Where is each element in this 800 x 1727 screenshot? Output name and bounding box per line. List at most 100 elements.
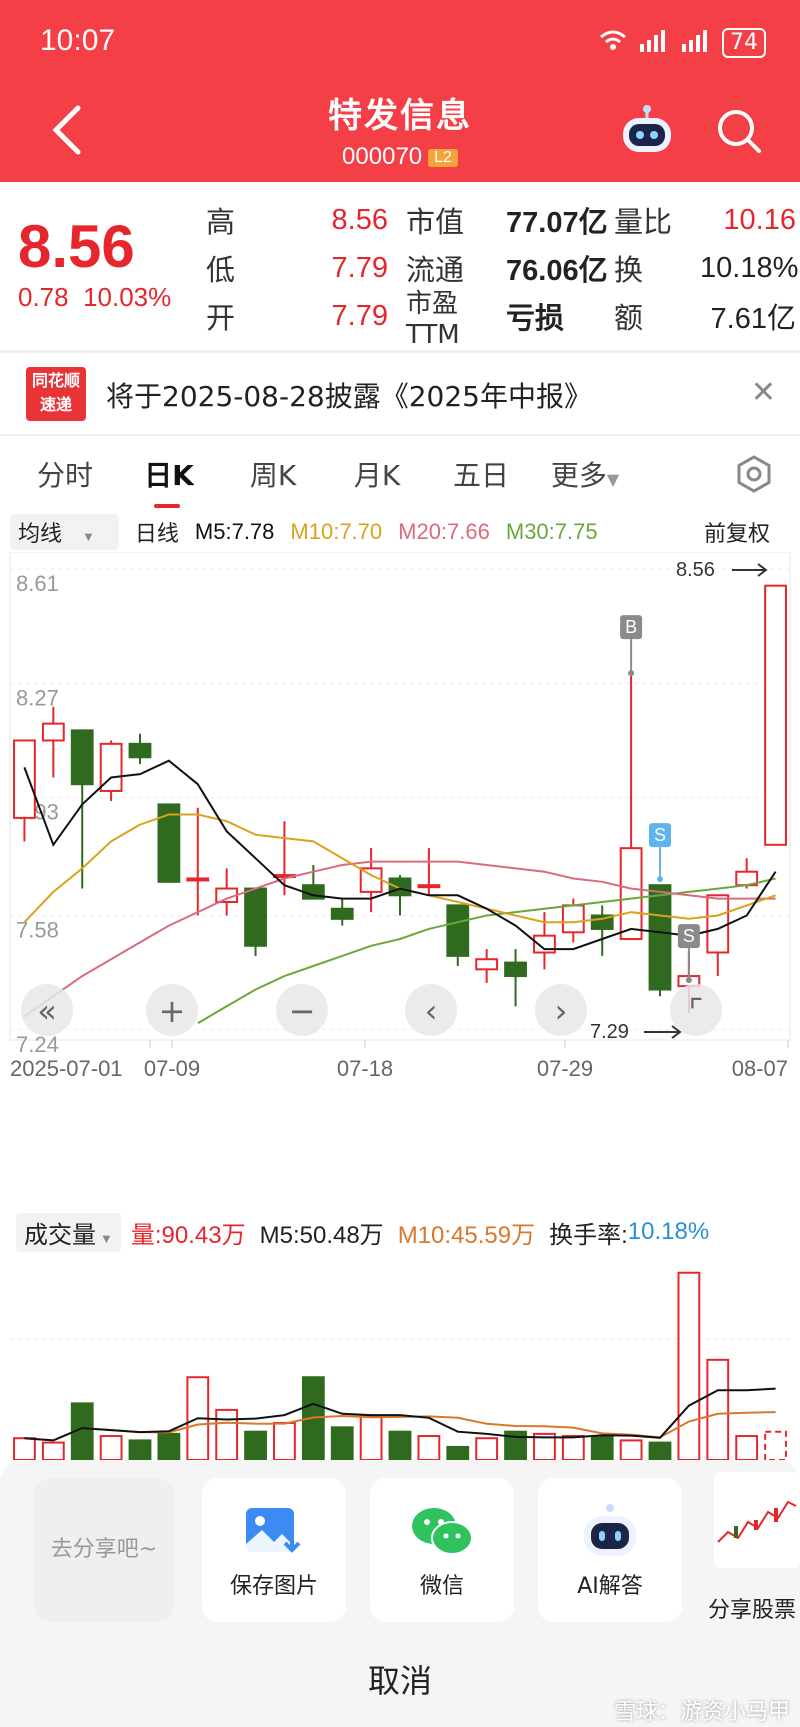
tab-intraday[interactable]: 分时 xyxy=(26,454,104,494)
share-sheet: 去分享吧~ 保存图片 微信 AI解答 取消 xyxy=(0,1460,800,1727)
quote-value: 亏损 xyxy=(506,303,565,335)
candle-body xyxy=(128,742,152,759)
announcement-banner[interactable]: 同花顺 速递 将于2025-08-28披露《2025年中报》 ✕ xyxy=(0,352,800,434)
candle-body xyxy=(41,722,65,742)
quote-label: 量比 xyxy=(614,205,673,239)
quote-value: 10.16 xyxy=(723,203,796,236)
candle-body xyxy=(764,584,787,846)
tab-daily-k[interactable]: 日K xyxy=(130,454,208,508)
wechat-button[interactable]: 微信 xyxy=(370,1478,514,1622)
logo-top-text: 同花顺 xyxy=(31,371,80,390)
volume-bar xyxy=(359,1415,383,1460)
fullscreen-icon[interactable]: ⌜ xyxy=(670,984,722,1036)
candle-body xyxy=(648,884,672,991)
volume-bar xyxy=(446,1445,470,1460)
volume-selector-label: 成交量 xyxy=(24,1221,96,1249)
quote-value: 7.79 xyxy=(331,251,388,284)
low-price-label: 7.29 xyxy=(590,1021,629,1043)
signal-marker-label: B xyxy=(625,617,637,637)
ma-selector-label: 均线 xyxy=(18,521,63,546)
quote-label: 低 xyxy=(206,253,236,287)
candle-body xyxy=(561,904,585,934)
tab-more[interactable]: 更多▼ xyxy=(546,454,624,494)
save-image-button[interactable]: 保存图片 xyxy=(202,1478,346,1622)
candle-body xyxy=(446,904,470,957)
candle-body xyxy=(244,887,267,947)
volume-bar xyxy=(648,1441,672,1460)
nav-button-glyph: − xyxy=(289,992,316,1030)
adjust-mode[interactable]: 前复权 xyxy=(704,516,770,548)
volume-bar xyxy=(706,1358,730,1460)
kline-chart[interactable]: 8.618.277.937.587.24BSS8.567.29« + − ‹ › ⌜202… xyxy=(0,552,800,1212)
current-price: 8.56 xyxy=(18,213,135,280)
share-stock-label[interactable]: 分享股票 xyxy=(708,1592,796,1624)
ma-selector[interactable]: 均线 ▼ xyxy=(10,514,119,550)
high-arrow-icon xyxy=(732,563,768,577)
candle-body xyxy=(619,847,643,941)
stock-share-thumbnail[interactable] xyxy=(714,1472,800,1568)
level2-badge[interactable]: L2 xyxy=(428,148,458,167)
next-icon[interactable]: › xyxy=(535,984,587,1036)
search-icon[interactable] xyxy=(716,108,762,154)
volume-bar xyxy=(128,1439,152,1460)
ai-robot-icon[interactable] xyxy=(618,104,676,154)
volume-legend: 成交量 ▼ 量:90.43万 M5:50.48万 M10:45.59万 换手率: … xyxy=(0,1210,800,1254)
volume-bar xyxy=(330,1426,354,1460)
close-icon[interactable]: ✕ xyxy=(751,375,776,410)
ai-answer-button[interactable]: AI解答 xyxy=(538,1478,682,1622)
candle-body xyxy=(388,877,412,897)
tonghuashun-logo: 同花顺 速递 xyxy=(26,367,86,421)
zoom-in-icon[interactable]: + xyxy=(146,984,198,1036)
share-hint: 去分享吧~ xyxy=(34,1478,174,1622)
quote-label: 换 xyxy=(614,253,644,287)
rewind-icon[interactable]: « xyxy=(21,984,73,1036)
turnover-value: 10.18% xyxy=(627,1218,710,1245)
quote-label: 开 xyxy=(206,301,236,335)
volume-bar xyxy=(157,1432,181,1460)
tab-monthly-k[interactable]: 月K xyxy=(338,454,416,494)
volume-bar xyxy=(244,1430,267,1460)
volume-m5: M5:50.48万 xyxy=(259,1221,384,1249)
volume-bar xyxy=(764,1430,787,1460)
signal-marker-label: S xyxy=(683,926,695,946)
x-tick-label: 2025-07-01 xyxy=(10,1056,123,1081)
stock-name: 特发信息 xyxy=(328,96,472,136)
volume-m10: M10:45.59万 xyxy=(397,1221,536,1249)
volume-bar xyxy=(273,1421,296,1460)
signal-icon xyxy=(638,28,670,58)
caret-down-icon: ▼ xyxy=(606,470,620,489)
quote-label: 额 xyxy=(614,301,644,335)
volume-bar xyxy=(388,1430,412,1460)
volume-selector[interactable]: 成交量 ▼ xyxy=(16,1212,121,1252)
candle-body xyxy=(417,884,441,889)
volume-bar xyxy=(619,1439,643,1460)
quote-value: 77.07亿 xyxy=(506,207,608,239)
wifi-icon xyxy=(598,28,628,58)
quote-label: 高 xyxy=(206,205,236,239)
logo-bottom-text: 速递 xyxy=(39,395,72,414)
high-price-label: 8.56 xyxy=(676,559,715,581)
volume-bar xyxy=(215,1408,239,1460)
y-tick-label: 7.58 xyxy=(16,917,59,942)
quote-grid: 高 8.56 市值 77.07亿 量比 10.16 低 7.79 流通 76.0… xyxy=(206,196,798,350)
battery-indicator: 74 xyxy=(722,28,766,58)
ma-period: 日线 xyxy=(134,521,179,546)
ma10-value: M10:7.70 xyxy=(290,519,383,544)
volume-bar xyxy=(13,1437,36,1460)
prev-icon[interactable]: ‹ xyxy=(405,984,457,1036)
candle-body xyxy=(330,907,354,920)
announcement-text: 将于2025-08-28披露《2025年中报》 xyxy=(106,380,592,413)
x-tick-label: 07-18 xyxy=(337,1056,393,1081)
candle-body xyxy=(70,729,94,786)
tab-five-day[interactable]: 五日 xyxy=(442,454,520,494)
volume-chart[interactable] xyxy=(0,1254,800,1460)
quote-panel: 8.56 0.78 10.03% 高 8.56 市值 77.07亿 量比 10.… xyxy=(0,182,800,350)
wechat-label: 微信 xyxy=(419,1574,464,1599)
zoom-out-icon[interactable]: − xyxy=(276,984,328,1036)
settings-icon[interactable] xyxy=(734,454,774,494)
volume-bar xyxy=(417,1435,441,1460)
quote-value: 7.61亿 xyxy=(710,303,796,335)
tab-weekly-k[interactable]: 周K xyxy=(234,454,312,494)
ai-robot-icon xyxy=(584,1504,636,1556)
status-icons: 74 xyxy=(598,28,766,58)
